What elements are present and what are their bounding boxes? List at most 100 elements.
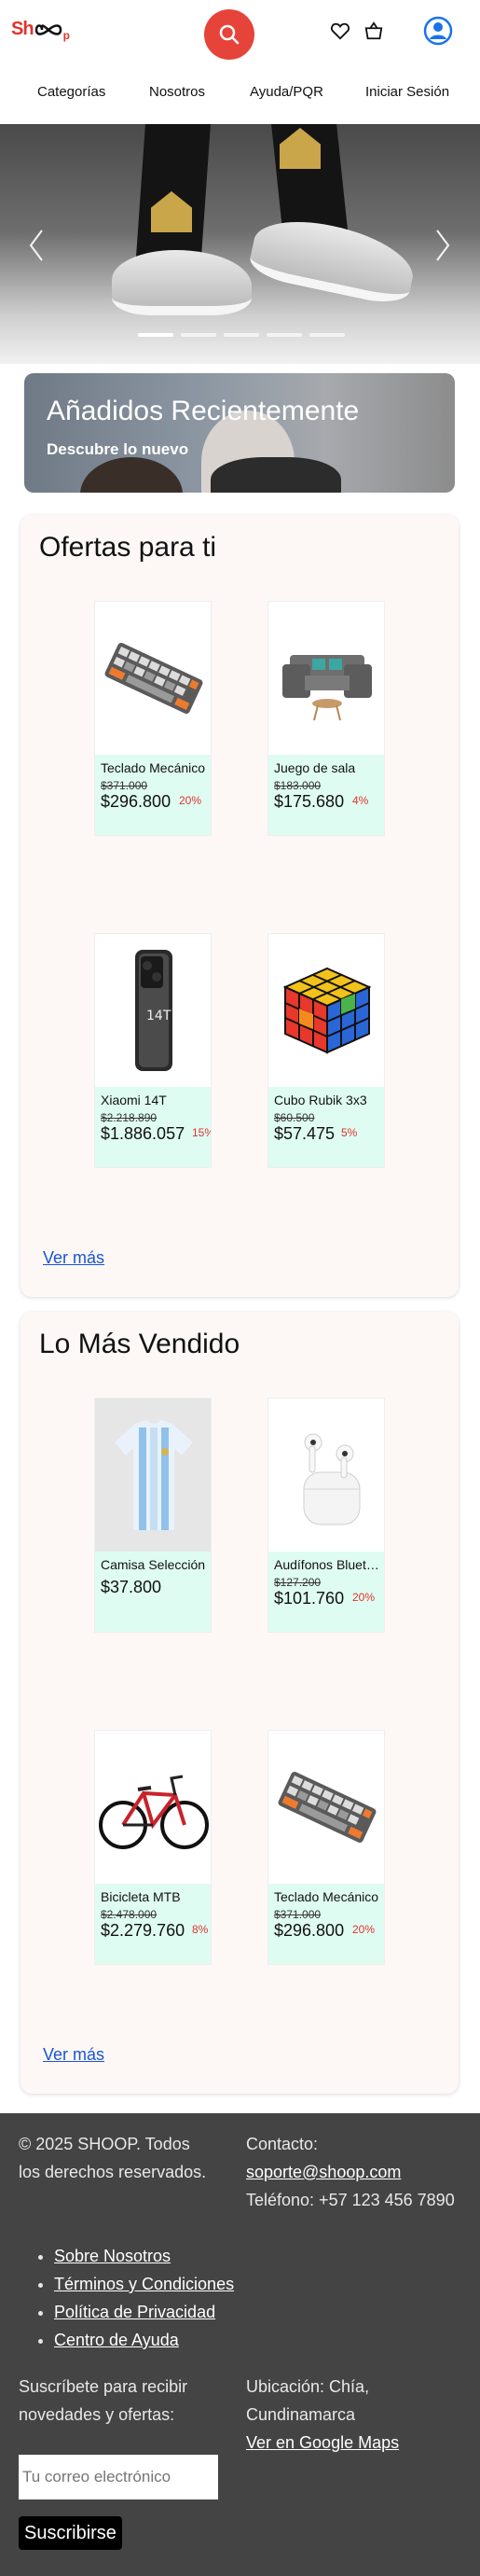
product-info: Xiaomi 14T $2.218.890 $1.886.057 15% xyxy=(95,1087,211,1167)
support-email-link[interactable]: soporte@shoop.com xyxy=(246,2163,401,2181)
user-icon xyxy=(423,16,453,46)
product-image-bicycle xyxy=(95,1731,211,1884)
product-old-price: $2.478.000 xyxy=(101,1908,158,1921)
footer-location: Ubicación: Chía, Cundinamarca Ver en Goo… xyxy=(246,2373,460,2457)
product-card[interactable]: Bicicleta MTB $2.478.000 $2.279.760 8% xyxy=(94,1730,212,1965)
footer-link-item: Sobre Nosotros xyxy=(54,2242,298,2270)
carousel-prev-button[interactable] xyxy=(22,227,50,264)
product-image-living-set xyxy=(268,602,384,755)
newsletter-email-input[interactable] xyxy=(19,2455,218,2499)
cart-button[interactable] xyxy=(362,19,386,43)
product-name: Teclado Mecánico xyxy=(101,760,206,775)
section-title: Ofertas para ti xyxy=(39,532,217,563)
product-info: Cubo Rubik 3x3 $60.500 $57.475 5% xyxy=(268,1087,384,1167)
product-price: $296.800 xyxy=(101,792,171,811)
product-name: Audífonos Bluetooth xyxy=(274,1557,380,1572)
banner-image-person xyxy=(211,457,341,493)
main-nav: Categorías Nosotros Ayuda/PQR Iniciar Se… xyxy=(0,73,480,114)
product-name: Xiaomi 14T xyxy=(101,1093,167,1107)
product-discount: 20% xyxy=(352,1923,376,1936)
product-name: Juego de sala xyxy=(274,760,356,775)
product-name: Teclado Mecánico xyxy=(274,1889,379,1904)
product-card[interactable]: Camisa Selección $37.800 xyxy=(94,1398,212,1633)
logo-text-left: Sh xyxy=(11,19,34,39)
logo-text-right: p xyxy=(62,29,70,42)
footer-link-privacidad[interactable]: Política de Privacidad xyxy=(54,2303,215,2321)
product-discount: 8% xyxy=(192,1923,209,1936)
account-button[interactable] xyxy=(423,16,453,46)
banner-image-person xyxy=(80,457,183,493)
search-button[interactable] xyxy=(204,9,254,60)
hero-image-shoe-left xyxy=(112,250,252,315)
chevron-right-icon xyxy=(436,230,450,261)
carousel-dot[interactable] xyxy=(181,333,216,337)
product-old-price: $183.000 xyxy=(274,779,322,792)
footer-link-item: Política de Privacidad xyxy=(54,2298,298,2326)
product-discount: 20% xyxy=(179,794,202,807)
recently-added-banner[interactable]: Añadidos Recientemente Descubre lo nuevo xyxy=(24,373,455,493)
product-price: $37.800 xyxy=(101,1578,162,1596)
product-image-earbuds xyxy=(268,1399,384,1552)
search-icon xyxy=(219,24,240,45)
offers-section: Ofertas para ti Teclado Mecánico $371.00… xyxy=(21,515,459,1297)
product-old-price: $2.218.890 xyxy=(101,1111,158,1124)
product-name: Cubo Rubik 3x3 xyxy=(274,1093,367,1107)
section-title: Lo Más Vendido xyxy=(39,1329,240,1359)
footer-contact: Contacto: soporte@shoop.com Teléfono: +5… xyxy=(246,2130,460,2214)
product-discount: 5% xyxy=(341,1126,358,1139)
product-price: $296.800 xyxy=(274,1921,345,1940)
offers-see-more-link[interactable]: Ver más xyxy=(43,1248,104,1268)
nav-categorias[interactable]: Categorías xyxy=(37,84,105,100)
google-maps-link[interactable]: Ver en Google Maps xyxy=(246,2433,399,2452)
carousel-next-button[interactable] xyxy=(429,227,457,264)
subscribe-text: Suscríbete para recibir novedades y ofer… xyxy=(19,2377,188,2424)
product-info: Camisa Selección $37.800 xyxy=(95,1552,211,1632)
best-sellers-see-more-link[interactable]: Ver más xyxy=(43,2045,104,2065)
product-card[interactable]: 14T Xiaomi 14T $2.218.890 $1.886.057 15% xyxy=(94,933,212,1168)
carousel-indicators xyxy=(138,333,345,337)
carousel-dot[interactable] xyxy=(267,333,302,337)
nav-iniciar-sesion[interactable]: Iniciar Sesión xyxy=(365,84,449,100)
hero-carousel[interactable] xyxy=(0,124,480,364)
banner-title: Añadidos Recientemente xyxy=(47,396,360,426)
carousel-dot[interactable] xyxy=(224,333,259,337)
product-card[interactable]: Teclado Mecánico $371.000 $296.800 20% xyxy=(267,1730,385,1965)
product-card[interactable]: Audífonos Bluetooth $127.200 $101.760 20… xyxy=(267,1398,385,1633)
carousel-dot[interactable] xyxy=(309,333,345,337)
footer-link-terminos[interactable]: Términos y Condiciones xyxy=(54,2275,234,2293)
product-card[interactable]: Juego de sala $183.000 $175.680 4% xyxy=(267,601,385,836)
shoop-logo[interactable]: Sh p xyxy=(11,19,70,42)
subscribe-button[interactable]: Suscribirse xyxy=(19,2516,122,2550)
site-header: Sh p xyxy=(0,0,480,63)
product-old-price: $371.000 xyxy=(101,779,148,792)
contact-phone: Teléfono: +57 123 456 7890 xyxy=(246,2191,455,2209)
product-price: $57.475 xyxy=(274,1124,336,1143)
chevron-left-icon xyxy=(29,230,43,261)
product-image-jersey xyxy=(95,1399,211,1552)
footer-link-sobre-nosotros[interactable]: Sobre Nosotros xyxy=(54,2247,171,2265)
product-card[interactable]: Cubo Rubik 3x3 $60.500 $57.475 5% xyxy=(267,933,385,1168)
footer-links: Sobre Nosotros Términos y Condiciones Po… xyxy=(19,2242,298,2354)
hero-image-shoe-right xyxy=(246,210,420,309)
favorites-button[interactable] xyxy=(328,19,352,43)
best-sellers-section: Lo Más Vendido Camisa Selección $37.800 … xyxy=(21,1312,459,2094)
nav-nosotros[interactable]: Nosotros xyxy=(149,84,205,100)
product-info: Teclado Mecánico $371.000 $296.800 20% xyxy=(95,755,211,835)
nav-ayuda[interactable]: Ayuda/PQR xyxy=(250,84,323,100)
product-image-keyboard xyxy=(95,602,211,755)
carousel-dot[interactable] xyxy=(138,333,173,337)
site-footer: © 2025 SHOOP. Todos los derechos reserva… xyxy=(0,2113,480,2576)
product-card[interactable]: Teclado Mecánico $371.000 $296.800 20% xyxy=(94,601,212,836)
product-old-price: $371.000 xyxy=(274,1908,322,1921)
infinity-logo-icon xyxy=(34,23,62,35)
product-image-phone: 14T xyxy=(95,934,211,1087)
location-text: Ubicación: Chía, Cundinamarca xyxy=(246,2377,370,2424)
footer-link-centro-ayuda[interactable]: Centro de Ayuda xyxy=(54,2331,179,2349)
product-name: Bicicleta MTB xyxy=(101,1889,181,1904)
product-price: $2.279.760 xyxy=(101,1921,185,1940)
footer-link-item: Centro de Ayuda xyxy=(54,2326,298,2354)
heart-icon xyxy=(331,22,350,40)
basket-icon xyxy=(364,21,383,40)
product-info: Bicicleta MTB $2.478.000 $2.279.760 8% xyxy=(95,1884,211,1964)
product-price: $1.886.057 xyxy=(101,1124,185,1143)
